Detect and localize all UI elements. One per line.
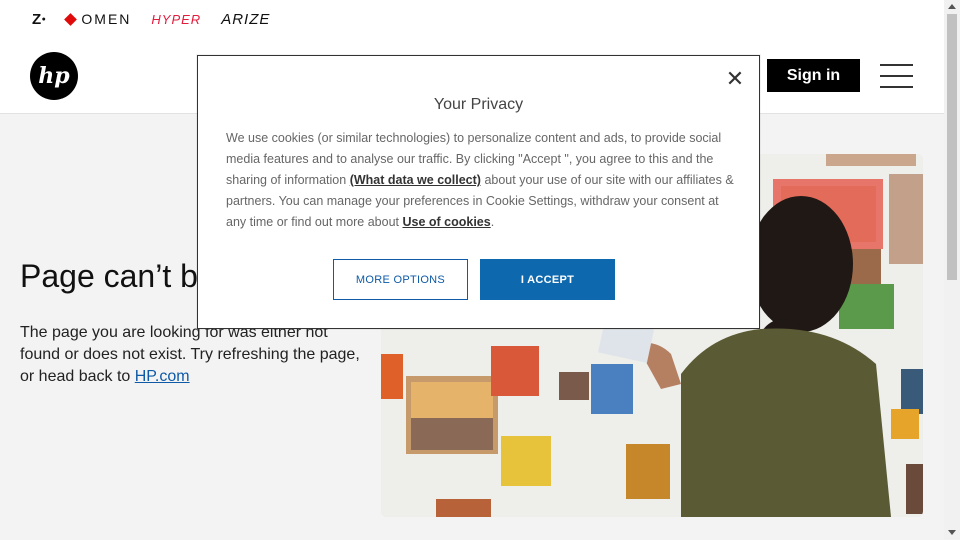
scroll-thumb[interactable] — [947, 14, 957, 280]
brand-omen-link[interactable]: OMEN — [64, 11, 132, 27]
page-scrollbar[interactable] — [944, 0, 960, 540]
privacy-dialog: ✕ Your Privacy We use cookies (or simila… — [197, 55, 760, 329]
brand-omen-label: OMEN — [81, 11, 132, 27]
brand-strip: Z ● OMEN HYPER ARIZE — [0, 0, 944, 38]
accept-button[interactable]: I ACCEPT — [480, 259, 615, 300]
scroll-up-icon[interactable] — [948, 4, 956, 9]
brand-z-link[interactable]: Z ● — [32, 11, 46, 28]
dialog-text: We use cookies (or similar technologies)… — [226, 128, 738, 233]
brand-arize-label: ARIZE — [221, 10, 271, 28]
more-options-button[interactable]: MORE OPTIONS — [333, 259, 468, 300]
hp-logo[interactable]: hp — [30, 52, 78, 100]
hp-mini-logo-icon: ● — [41, 15, 47, 23]
brand-z-label: Z — [32, 10, 42, 28]
close-icon[interactable]: ✕ — [725, 68, 745, 90]
page-title: Page can’t be — [20, 258, 216, 294]
sign-in-button[interactable]: Sign in — [767, 59, 860, 92]
use-of-cookies-link[interactable]: Use of cookies — [402, 215, 490, 229]
dialog-title: Your Privacy — [433, 96, 524, 113]
brand-hyperx-link[interactable]: HYPER — [151, 12, 201, 27]
what-data-link[interactable]: (What data we collect) — [350, 173, 481, 187]
hp-logo-text: hp — [38, 63, 70, 89]
omen-diamond-icon — [64, 12, 78, 26]
error-message: The page you are looking for was either … — [20, 322, 360, 388]
hamburger-menu-icon[interactable] — [880, 64, 913, 88]
brand-arize-link[interactable]: ARIZE — [221, 11, 270, 28]
error-message-text: The page you are looking for was either … — [20, 324, 360, 385]
scroll-down-icon[interactable] — [948, 530, 956, 535]
hp-home-link[interactable]: HP.com — [135, 368, 190, 385]
brand-hyperx-label: HYPER — [151, 11, 202, 27]
dialog-text-part-3: . — [490, 215, 495, 229]
